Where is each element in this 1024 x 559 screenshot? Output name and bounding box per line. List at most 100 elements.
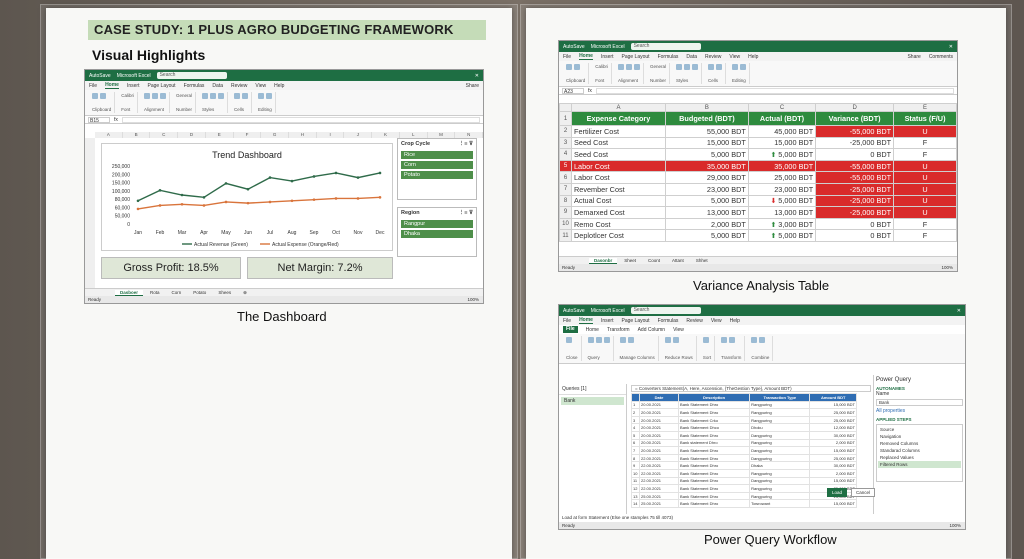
cell-status[interactable]: U [893,125,957,138]
cell-actual[interactable]: ⬇ 5,000 BDT [747,194,817,208]
slicer-item-rangpur[interactable]: Rangpur [401,220,473,228]
ribbon-clipboard[interactable]: Clipboard [563,63,590,84]
formula-input[interactable] [595,87,954,94]
grid-row[interactable]: 8 22.00.2021 Bank Statement Dhro Dangpuring… [631,453,857,463]
grid-cell[interactable]: 22.00.2021 [638,468,680,478]
grid-cell[interactable]: Rangpuring [749,468,811,478]
table-row[interactable]: 2 Fertilizer Cost 55,000 BDT 45,000 BDT -55,… [559,125,957,138]
load-button[interactable]: Load [827,488,848,497]
zoom-level[interactable]: 100% [941,264,957,271]
grid-cell[interactable]: 25,000 BDT [809,415,857,425]
cell-variance[interactable]: 0 BDT [815,148,895,161]
column-header[interactable]: C [150,132,179,138]
ribbon-editing[interactable]: Editing [255,92,277,113]
filter-icon[interactable]: ⋮≡ ⊽ [459,210,473,216]
grid-cell[interactable]: 20.00.2021 [638,400,680,410]
cell-category[interactable]: Labor Cost [571,159,666,173]
grid-cell[interactable]: 30,000 BDT [809,461,857,470]
tab-potato[interactable]: Potato [188,290,211,295]
pq-menu-file[interactable]: File [563,326,578,333]
cell-variance[interactable]: -55,000 BDT [815,159,895,173]
ribbon-alignment[interactable]: Alignment [615,63,645,84]
tab-corn[interactable]: Corn [167,290,187,295]
cell-category[interactable]: Seed Cost [571,148,666,161]
ribbon-styles[interactable]: Styles [199,92,229,113]
slicer-region[interactable]: Region ⋮≡ ⊽ Rangpur Dhaka [397,207,477,257]
ribbon-alignment[interactable]: Alignment [141,92,171,113]
menu-page-layout[interactable]: Page Layout [621,318,649,324]
cell-category[interactable]: Revember Cost [571,182,666,196]
cell-status[interactable]: U [893,194,957,208]
tab-dasboer[interactable]: Dasboer [115,289,144,296]
cell-variance[interactable]: -55,000 BDT [815,171,895,184]
grid-row[interactable]: 3 20.00.2021 Bank Statement Crko Rangpuring… [631,415,857,425]
grid-cell[interactable]: Rangpuring [749,438,811,448]
grid-cell[interactable]: 15,000 BDT [809,476,857,486]
grid-cell[interactable]: 20.00.2021 [638,415,680,425]
menu-home[interactable]: Home [579,317,593,324]
pq-menu-view[interactable]: View [673,327,684,333]
pq-ribbon-transform[interactable]: Transform [718,336,746,361]
grid-cell[interactable]: Bank Statement Dhro [678,408,751,417]
ribbon-cells[interactable]: Cells [705,63,727,84]
name-box[interactable]: A23 [562,87,584,95]
ribbon-number[interactable]: General Number [647,63,671,84]
grid-cell[interactable]: 15,000 BDT [809,499,857,508]
grid-cell[interactable]: Bank Statement Dhro [678,461,751,470]
cell-actual[interactable]: ⬆ 5,000 BDT [747,229,817,242]
grid-cell[interactable]: 20.00.2021 [638,430,680,440]
grid-row[interactable]: 9 22.00.2021 Bank Statement Dhro Dhaka 30,00… [631,461,857,470]
query-item-bank[interactable]: Bank [561,397,624,405]
autosave-toggle[interactable]: AutoSave [89,73,111,79]
pq-ribbon-close[interactable]: Close [563,336,582,361]
grid-cell[interactable]: Bank Statement Crko [678,415,751,425]
cell-actual[interactable]: ⬆ 3,000 BDT [747,217,817,231]
menu-review[interactable]: Review [686,318,702,324]
cell-budgeted[interactable]: 5,000 BDT [665,194,749,208]
grid-cell[interactable]: 2,000 BDT [809,468,857,478]
menu-home[interactable]: Home [579,53,593,60]
menu-home[interactable]: Home [105,82,119,89]
slicer-item-corn[interactable]: Corn [401,161,473,169]
cell-actual[interactable]: 35,000 BDT [747,159,817,173]
grid-cell[interactable]: 22.00.2021 [638,476,680,486]
grid-cell[interactable]: Dangpuring [749,446,811,455]
share-button[interactable]: Share [466,83,479,89]
applied-step[interactable]: Source [878,426,961,433]
menu-page-layout[interactable]: Page Layout [621,54,649,60]
add-sheet-icon[interactable]: ⊕ [238,290,252,296]
grid-row[interactable]: 10 22.00.2021 Bank Statement Dhro Rangpurin… [631,468,857,478]
menu-file[interactable]: File [89,83,97,89]
slicer-item-rice[interactable]: Rice [401,151,473,159]
filter-icon[interactable]: ⋮≡ ⊽ [459,141,473,147]
autosave-toggle[interactable]: AutoSave [563,44,585,50]
grid-row[interactable]: 1 20.00.2021 Bank Statement Dhro Rangpuring… [631,400,857,410]
cell-actual[interactable]: 23,000 BDT [747,182,817,196]
grid-cell[interactable]: Bank Statement Dhro [678,476,751,486]
menu-data[interactable]: Data [686,54,697,60]
table-header-cell[interactable]: Actual (BDT) [747,111,817,126]
share-button[interactable]: Share [907,54,920,60]
column-header[interactable]: A [95,132,123,138]
menu-insert[interactable]: Insert [601,318,614,324]
column-header[interactable]: G [261,132,290,138]
grid-header-description[interactable]: Description [678,393,751,402]
slicer-crop-cycle[interactable]: Crop Cycle ⋮≡ ⊽ Rice Corn Potato [397,138,477,200]
grid-cell[interactable]: 15,000 BDT [809,400,857,410]
column-header[interactable]: K [372,132,400,138]
table-header-cell[interactable]: Variance (BDT) [815,111,895,126]
zoom-level[interactable]: 100% [467,296,483,303]
ribbon-editing[interactable]: Editing [729,63,751,84]
grid-row[interactable]: 11 22.00.2021 Bank Statement Dhro Dangpurin… [631,476,857,486]
search-box[interactable]: Search [156,72,227,79]
grid-cell[interactable]: Dangpuring [749,453,811,463]
menu-view[interactable]: View [729,54,740,60]
grid-header-amount[interactable]: Amount BDT [809,393,857,402]
grid-cell[interactable]: 25.00.2021 [638,499,680,508]
menu-review[interactable]: Review [231,83,247,89]
grid-cell[interactable]: Bank Statement Dhro [678,400,751,410]
grid-cell[interactable]: 20.00.2021 [638,408,680,417]
table-row[interactable]: 7 Revember Cost 23,000 BDT 23,000 BDT -25,00… [559,182,957,196]
menu-view[interactable]: View [255,83,266,89]
applied-step[interactable]: Replaced Values [878,454,961,461]
